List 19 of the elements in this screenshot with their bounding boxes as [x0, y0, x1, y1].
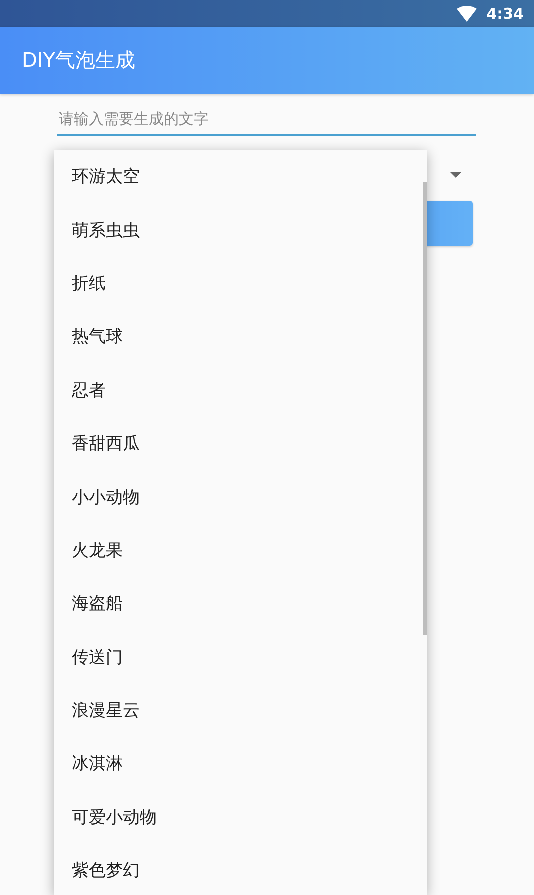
menu-item[interactable]: 火龙果: [54, 524, 427, 578]
menu-item[interactable]: 环游太空: [54, 150, 427, 204]
menu-item[interactable]: 海盗船: [54, 577, 427, 631]
menu-item[interactable]: 冰淇淋: [54, 737, 427, 791]
menu-item[interactable]: 热气球: [54, 310, 427, 364]
wifi-icon: [456, 6, 477, 22]
menu-item[interactable]: 紫色梦幻: [54, 844, 427, 895]
menu-item[interactable]: 可爱小动物: [54, 790, 427, 844]
menu-item[interactable]: 传送门: [54, 630, 427, 684]
menu-item[interactable]: 香甜西瓜: [54, 416, 427, 470]
status-time: 4:34: [486, 4, 524, 22]
text-input-field[interactable]: 请输入需要生成的文字: [57, 104, 476, 136]
menu-item[interactable]: 忍者: [54, 364, 427, 417]
dropdown-caret-icon[interactable]: [450, 172, 462, 178]
menu-item[interactable]: 小小动物: [54, 470, 427, 524]
menu-item[interactable]: 浪漫星云: [54, 684, 427, 738]
menu-item[interactable]: 萌系虫虫: [54, 203, 427, 257]
menu-item[interactable]: 折纸: [54, 256, 427, 310]
app-title: DIY气泡生成: [22, 47, 136, 74]
